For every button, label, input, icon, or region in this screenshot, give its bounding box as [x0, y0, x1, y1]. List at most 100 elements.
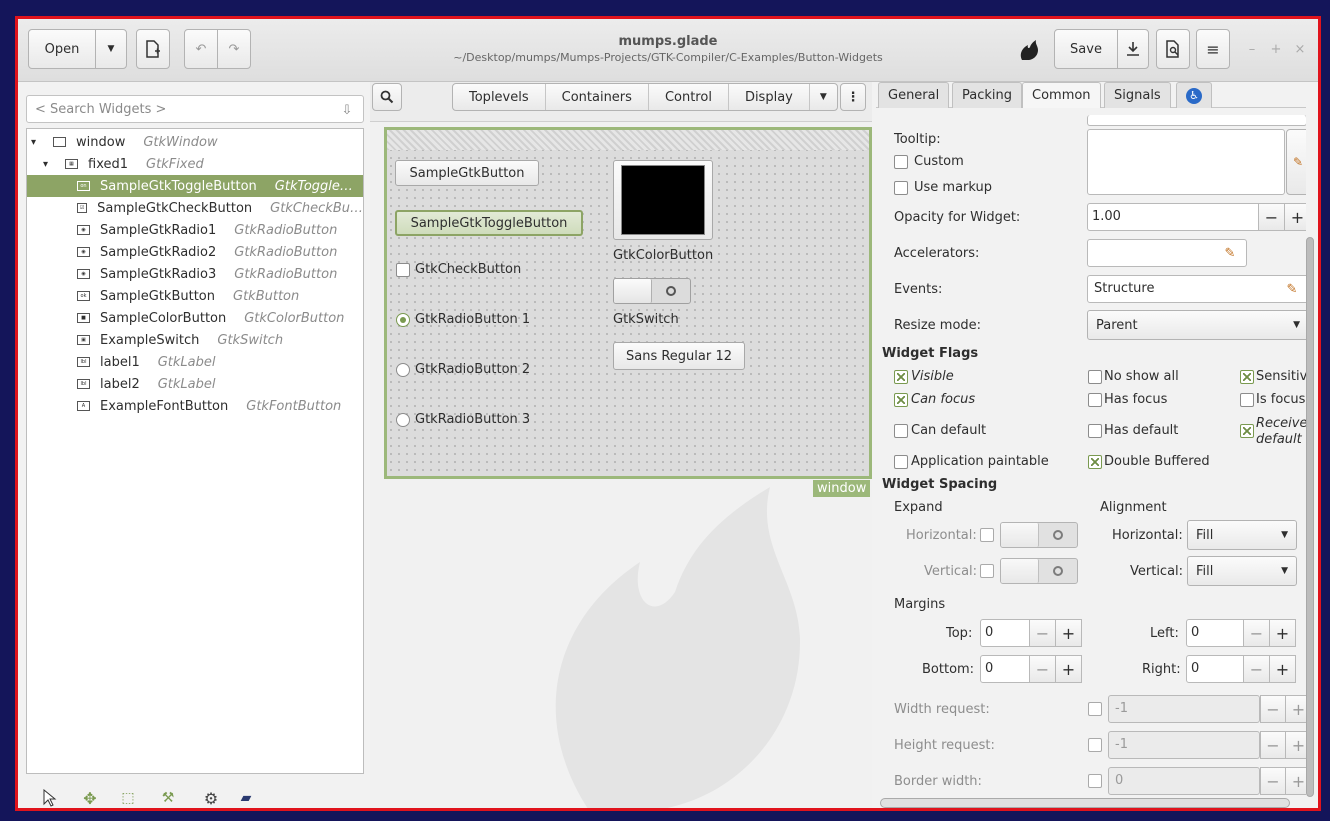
tab-general[interactable]: General [878, 82, 950, 108]
sample-gtk-button[interactable]: SampleGtkButton [395, 160, 539, 186]
tree-row[interactable]: ok SampleGtkButton GtkButton [27, 285, 363, 307]
border-width-field[interactable]: 0 [1108, 767, 1260, 795]
align-horizontal-combo[interactable]: Fill ▼ [1187, 520, 1297, 550]
radio-button-3[interactable] [396, 413, 410, 427]
tree-row[interactable]: ◉ SampleGtkRadio1 GtkRadioButton [27, 219, 363, 241]
tab-toplevels[interactable]: Toplevels [453, 84, 546, 110]
expand-horizontal-checkbox[interactable] [980, 528, 994, 542]
can-focus-checkbox[interactable] [894, 393, 908, 407]
tab-accessibility[interactable]: ♿ [1176, 82, 1212, 108]
height-request-field[interactable]: -1 [1108, 731, 1260, 759]
tree-row[interactable]: lbl label2 GtkLabel [27, 373, 363, 395]
has-default-checkbox[interactable] [1088, 424, 1102, 438]
open-button[interactable]: Open [28, 29, 96, 69]
height-request-checkbox[interactable] [1088, 738, 1102, 752]
expander-icon[interactable]: ▾ [31, 137, 53, 148]
chevron-down-icon: ▼ [1281, 566, 1288, 576]
tab-display[interactable]: Display [729, 84, 810, 110]
overflow-menu-button[interactable]: ⋮ [840, 83, 866, 111]
tooltip-edit-button[interactable]: ✎ [1286, 129, 1306, 195]
tab-control[interactable]: Control [649, 84, 729, 110]
width-request-checkbox[interactable] [1088, 702, 1102, 716]
expand-vertical-checkbox[interactable] [980, 564, 994, 578]
tab-common[interactable]: Common [1022, 82, 1101, 108]
visible-checkbox[interactable] [894, 370, 908, 384]
has-focus-checkbox[interactable] [1088, 393, 1102, 407]
widget-tree[interactable]: ▾ window GtkWindow ▾ ▦ fixed1 GtkFixed on Sample… [26, 128, 364, 774]
app-paintable-checkbox[interactable] [894, 455, 908, 469]
minimize-icon[interactable]: – [1244, 41, 1260, 57]
font-button[interactable]: Sans Regular 12 [613, 342, 745, 370]
tree-row[interactable]: ☑ SampleGtkCheckButton GtkCheckBu… [27, 197, 363, 219]
alignment-edit-icon[interactable]: ⚒ [158, 788, 178, 808]
custom-tooltip-checkbox[interactable] [894, 155, 908, 169]
no-show-all-checkbox[interactable] [1088, 370, 1102, 384]
margin-left-spin[interactable]: 0− + [1186, 619, 1296, 647]
color-button[interactable] [613, 160, 713, 240]
radio-button-2[interactable] [396, 363, 410, 377]
window-subtitle: ~/Desktop/mumps/Mumps-Projects/GTK-Compi… [453, 51, 883, 64]
accelerators-label: Accelerators: [894, 246, 980, 261]
tree-row[interactable]: ◉ SampleGtkRadio2 GtkRadioButton [27, 241, 363, 263]
gears-icon[interactable]: ⚙ [200, 788, 222, 808]
close-icon[interactable]: × [1292, 41, 1308, 57]
search-options-icon[interactable]: ⇩ [338, 102, 356, 118]
tree-row[interactable]: A ExampleFontButton GtkFontButton [27, 395, 363, 417]
search-widgets-input[interactable]: < Search Widgets > [26, 95, 364, 123]
window-canvas[interactable]: SampleGtkButton SampleGtkToggleButton Gt… [384, 127, 872, 479]
resize-mode-combo[interactable]: Parent ▼ [1087, 310, 1306, 340]
expander-icon[interactable]: ▾ [43, 159, 65, 170]
radio-button-1[interactable] [396, 313, 410, 327]
margin-right-spin[interactable]: 0− + [1186, 655, 1296, 683]
main-menu-button[interactable]: ≡ [1196, 29, 1230, 69]
margin-edit-icon[interactable]: ⬚ [118, 788, 138, 808]
align-vertical-combo[interactable]: Fill ▼ [1187, 556, 1297, 586]
double-buffered-checkbox[interactable] [1088, 455, 1102, 469]
events-edit-icon[interactable]: ✎ [1284, 281, 1300, 297]
check-button-box[interactable] [396, 263, 410, 277]
expand-horizontal-switch[interactable] [1000, 522, 1078, 548]
props-horizontal-scrollbar[interactable] [880, 798, 1290, 808]
tree-row[interactable]: ▣ ExampleSwitch GtkSwitch [27, 329, 363, 351]
opacity-spin[interactable]: 1.00− + [1087, 203, 1306, 231]
tree-row[interactable]: ◉ SampleGtkRadio3 GtkRadioButton [27, 263, 363, 285]
tooltip-textarea[interactable] [1087, 129, 1285, 195]
width-request-field[interactable]: -1 [1108, 695, 1260, 723]
tree-row[interactable]: ▾ ▦ fixed1 GtkFixed [27, 153, 363, 175]
drag-resize-icon[interactable]: ✥ [80, 788, 100, 808]
tree-row[interactable]: lbl label1 GtkLabel [27, 351, 363, 373]
tab-signals[interactable]: Signals [1104, 82, 1171, 108]
new-file-button[interactable] [136, 29, 170, 69]
tree-row[interactable]: ■ SampleColorButton GtkColorButton [27, 307, 363, 329]
redo-button[interactable]: ↷ [217, 29, 251, 69]
margin-bottom-spin[interactable]: 0− + [980, 655, 1082, 683]
use-markup-checkbox[interactable] [894, 181, 908, 195]
example-switch[interactable] [613, 278, 691, 304]
more-tabs-button[interactable]: ▼ [810, 84, 837, 110]
maximize-icon[interactable]: + [1268, 41, 1284, 57]
tree-row[interactable]: ▾ window GtkWindow [27, 131, 363, 153]
tab-containers[interactable]: Containers [546, 84, 649, 110]
accelerators-edit-icon[interactable]: ✎ [1222, 245, 1238, 261]
can-default-checkbox[interactable] [894, 424, 908, 438]
is-focus-checkbox[interactable] [1240, 393, 1254, 407]
margin-top-spin[interactable]: 0− + [980, 619, 1082, 647]
select-pointer-icon[interactable] [40, 788, 60, 808]
sample-toggle-button[interactable]: SampleGtkToggleButton [395, 210, 583, 236]
events-field[interactable]: Structure [1087, 275, 1306, 303]
export-icon [1127, 42, 1139, 56]
tree-row[interactable]: on SampleGtkToggleButton GtkToggle… [27, 175, 363, 197]
book-icon[interactable]: ▰ [236, 788, 256, 808]
border-width-checkbox[interactable] [1088, 774, 1102, 788]
open-dropdown-button[interactable]: ▼ [95, 29, 127, 69]
receives-default-checkbox[interactable] [1240, 424, 1254, 438]
props-vertical-scrollbar[interactable] [1306, 237, 1314, 797]
sensitive-checkbox[interactable] [1240, 370, 1254, 384]
tab-packing[interactable]: Packing [952, 82, 1023, 108]
preview-button[interactable] [1156, 29, 1190, 69]
save-button[interactable]: Save [1054, 29, 1118, 69]
undo-button[interactable]: ↶ [184, 29, 218, 69]
search-button[interactable] [372, 83, 402, 111]
export-button[interactable] [1117, 29, 1149, 69]
expand-vertical-switch[interactable] [1000, 558, 1078, 584]
